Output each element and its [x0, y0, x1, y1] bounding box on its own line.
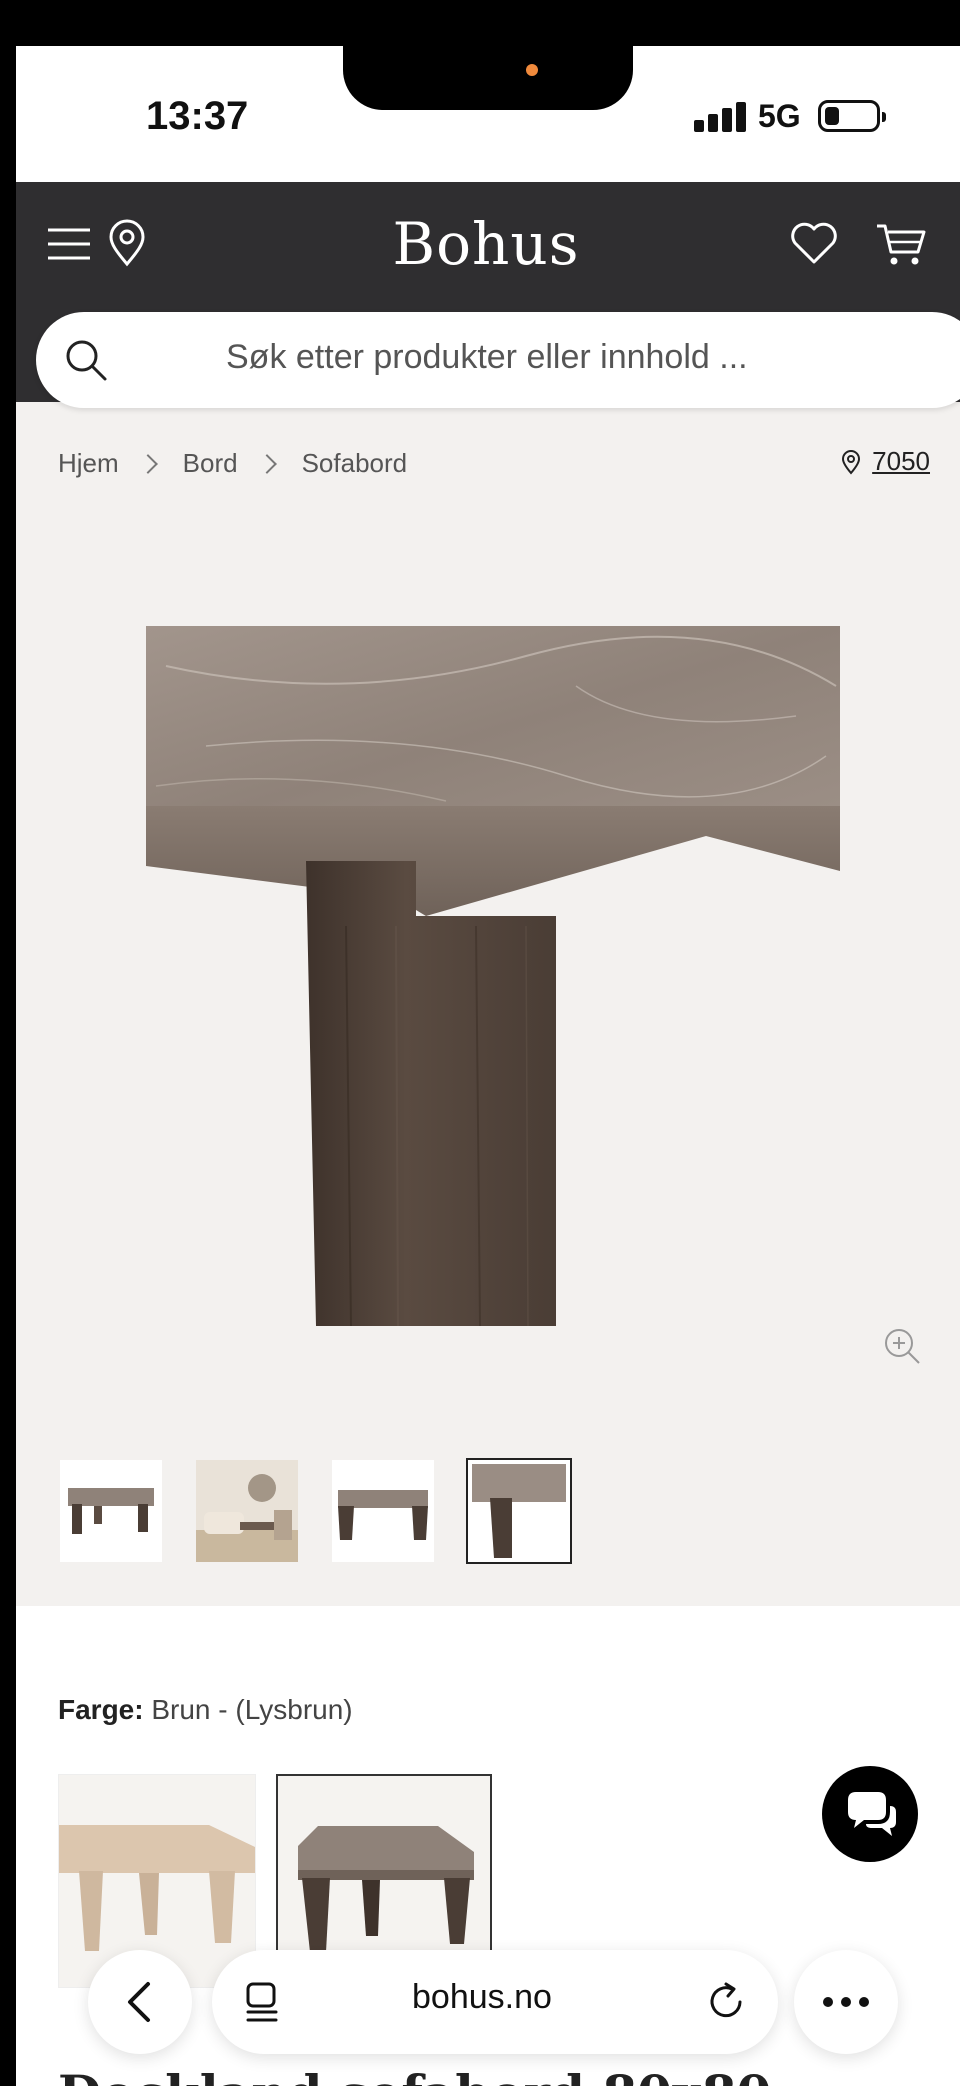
location-pin-icon	[842, 449, 861, 475]
status-time: 13:37	[146, 94, 249, 138]
postal-code-link[interactable]: 7050	[840, 446, 930, 477]
cart-icon[interactable]	[874, 218, 928, 268]
thumbnail-1[interactable]	[60, 1460, 162, 1562]
menu-icon[interactable]	[44, 218, 94, 268]
thumbnail-3[interactable]	[332, 1460, 434, 1562]
product-title: Dockland sofabord 80x80	[58, 2064, 771, 2086]
chevron-right-icon	[256, 453, 277, 474]
chat-bubbles-icon	[848, 1792, 896, 1836]
browser-address-bar[interactable]: bohus.no	[212, 1950, 778, 2054]
search-placeholder: Søk etter produkter eller innhold ...	[226, 338, 748, 376]
breadcrumb: Hjem Bord Sofabord	[58, 448, 407, 479]
postal-code: 7050	[872, 446, 930, 476]
signal-icon	[694, 102, 746, 132]
browser-back-button[interactable]	[88, 1950, 192, 2054]
breadcrumb-sofabord[interactable]: Sofabord	[302, 448, 408, 479]
battery-icon	[818, 100, 886, 132]
browser-more-button[interactable]	[794, 1950, 898, 2054]
phone-screen: 13:37 5G Bohus Søk etter produkter eller…	[16, 46, 960, 2086]
product-image[interactable]	[146, 626, 840, 1326]
search-icon	[66, 340, 107, 381]
thumbnail-2[interactable]	[196, 1460, 298, 1562]
color-label: Farge:	[58, 1694, 144, 1725]
recording-indicator	[526, 64, 538, 76]
more-dots-icon	[823, 1997, 869, 2007]
breadcrumb-bord[interactable]: Bord	[183, 448, 238, 479]
network-type: 5G	[758, 98, 801, 134]
chevron-left-icon	[128, 1982, 150, 2022]
search-input[interactable]: Søk etter produkter eller innhold ...	[36, 312, 960, 408]
zoom-in-icon[interactable]	[882, 1326, 922, 1366]
chevron-right-icon	[137, 453, 158, 474]
reload-icon[interactable]	[704, 1980, 748, 2024]
dynamic-island	[343, 46, 633, 110]
store-location-icon[interactable]	[102, 218, 152, 268]
chat-button[interactable]	[822, 1766, 918, 1862]
color-value: Brun - (Lysbrun)	[151, 1694, 353, 1725]
reader-mode-icon[interactable]	[242, 1980, 282, 2024]
browser-url: bohus.no	[412, 1978, 552, 2016]
breadcrumb-home[interactable]: Hjem	[58, 448, 119, 479]
color-selection-label: Farge: Brun - (Lysbrun)	[58, 1694, 353, 1726]
brand-logo[interactable]: Bohus	[326, 210, 646, 278]
heart-icon[interactable]	[788, 218, 840, 268]
image-thumbnails	[60, 1458, 572, 1564]
thumbnail-4[interactable]	[466, 1458, 572, 1564]
status-bar: 13:37 5G	[16, 46, 960, 182]
